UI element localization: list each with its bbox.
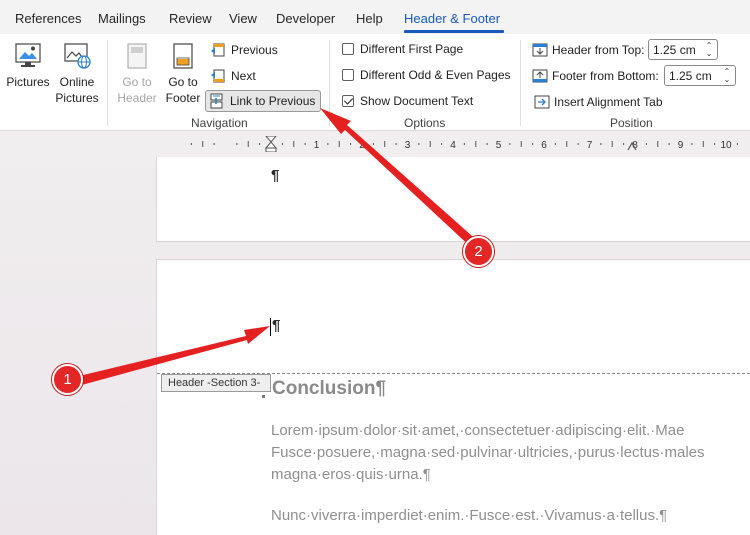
alignment-tab-icon	[534, 94, 550, 110]
tab-header-footer[interactable]: Header & Footer	[404, 11, 500, 26]
go-to-footer-label-line2: Footer	[165, 91, 201, 105]
footer-from-bottom-value: 1.25 cm	[669, 68, 712, 83]
next-label: Next	[231, 69, 256, 83]
ruler-numbers: 1 2 3 4 5 6 7 8 9 10	[314, 140, 732, 151]
ruler-number: 7	[587, 140, 593, 151]
ruler-number: 3	[405, 140, 411, 151]
header-position-icon	[532, 42, 548, 58]
show-document-text-box	[342, 95, 354, 107]
paragraph-line: Lorem·ipsum·dolor·sit·amet,·consectetuer…	[271, 422, 685, 439]
footer-spin-arrows[interactable]: ⌃ ⌄	[722, 66, 732, 85]
header-spin-arrows[interactable]: ⌃ ⌄	[704, 40, 714, 59]
go-to-footer-icon	[173, 43, 193, 69]
tab-developer[interactable]: Developer	[276, 11, 335, 26]
ruler-number: 6	[541, 140, 547, 151]
next-icon	[210, 68, 226, 84]
insert-alignment-tab-button[interactable]: Insert Alignment Tab	[534, 94, 663, 110]
different-first-page-checkbox[interactable]: Different First Page	[342, 42, 463, 56]
tab-help[interactable]: Help	[356, 11, 383, 26]
header-paragraph-mark: ¶	[272, 317, 281, 334]
tab-review[interactable]: Review	[169, 11, 212, 26]
ribbon: Pictures Online Pictures Go to Header Go…	[0, 34, 750, 131]
different-odd-even-label: Different Odd & Even Pages	[360, 68, 511, 82]
previous-button[interactable]: Previous	[207, 39, 282, 61]
pictures-button[interactable]: Pictures	[5, 42, 51, 90]
footer-from-bottom-input[interactable]: 1.25 cm ⌃ ⌄	[664, 65, 736, 86]
different-odd-even-checkbox[interactable]: Different Odd & Even Pages	[342, 68, 511, 82]
ruler-number: 5	[496, 140, 502, 151]
ruler-number: 1	[314, 140, 320, 151]
header-from-top-input[interactable]: 1.25 cm ⌃ ⌄	[648, 39, 718, 60]
show-document-text-checkbox[interactable]: Show Document Text	[342, 94, 473, 108]
annotation-badge-1: 1	[52, 364, 83, 395]
go-to-header-button[interactable]: Go to Header	[115, 42, 159, 106]
text-cursor	[270, 318, 271, 336]
previous-page-header[interactable]	[156, 157, 750, 242]
header-from-top-control: Header from Top:	[532, 42, 645, 58]
ruler-number: 10	[720, 140, 732, 151]
link-to-previous-label: Link to Previous	[230, 94, 316, 108]
group-divider	[520, 40, 521, 126]
go-to-footer-button[interactable]: Go to Footer	[161, 42, 205, 106]
previous-icon	[210, 42, 226, 58]
previous-label: Previous	[231, 43, 278, 57]
online-pictures-button[interactable]: Online Pictures	[54, 42, 100, 106]
footer-from-bottom-label: Footer from Bottom:	[552, 69, 659, 83]
pictures-label: Pictures	[6, 75, 50, 89]
tab-view[interactable]: View	[229, 11, 257, 26]
ruler-number: 2	[359, 140, 365, 151]
ruler-number: 9	[678, 140, 684, 151]
show-document-text-label: Show Document Text	[360, 94, 474, 108]
header-section-label: Header -Section 3-	[161, 374, 271, 392]
paragraph-anchor	[262, 395, 265, 398]
options-group-label: Options	[404, 116, 446, 130]
group-divider	[329, 40, 330, 126]
ruler-number: 4	[450, 140, 456, 151]
link-to-previous-button[interactable]: Link to Previous	[205, 90, 321, 112]
ribbon-tabs: References Mailings Review View Develope…	[0, 0, 750, 34]
paragraph-line: Nunc·viverra·imperdiet·enim.·Fusce·est.·…	[271, 507, 668, 524]
footer-position-icon	[532, 68, 548, 84]
annotation-badge-2: 2	[463, 236, 494, 267]
position-group-label: Position	[610, 116, 653, 130]
go-to-footer-label-line1: Go to	[168, 75, 198, 89]
go-to-header-icon	[127, 43, 147, 69]
insert-alignment-tab-label: Insert Alignment Tab	[554, 95, 663, 109]
footer-from-bottom-control: Footer from Bottom:	[532, 68, 659, 84]
group-divider	[107, 40, 108, 126]
indent-marker[interactable]	[264, 136, 278, 152]
go-to-header-label-line1: Go to	[122, 75, 152, 89]
conclusion-heading: Conclusion¶	[272, 378, 387, 399]
paragraph-line: Fusce·posuere,·magna·sed·pulvinar·ultric…	[271, 444, 705, 461]
tab-references[interactable]: References	[15, 11, 81, 26]
next-button[interactable]: Next	[207, 65, 260, 87]
tab-mailings[interactable]: Mailings	[98, 11, 146, 26]
online-pictures-label-line2: Pictures	[55, 91, 99, 105]
header-from-top-label: Header from Top:	[552, 43, 645, 57]
different-first-page-label: Different First Page	[360, 42, 464, 56]
navigation-group-label: Navigation	[191, 116, 248, 130]
pictures-icon	[15, 43, 41, 67]
online-pictures-label-line1: Online	[59, 75, 95, 89]
different-first-page-box	[342, 43, 354, 55]
go-to-header-label-line2: Header	[117, 91, 157, 105]
current-page[interactable]	[156, 259, 750, 535]
paragraph-mark: ¶	[271, 167, 280, 184]
horizontal-ruler[interactable]: 1 2 3 4 5 6 7 8 9 10	[156, 136, 750, 152]
online-pictures-icon	[64, 43, 91, 69]
active-tab-indicator	[404, 30, 504, 33]
link-to-previous-icon	[209, 93, 225, 109]
different-odd-even-box	[342, 69, 354, 81]
paragraph-line: magna·eros·quis·urna.¶	[271, 466, 431, 483]
header-from-top-value: 1.25 cm	[653, 42, 696, 57]
